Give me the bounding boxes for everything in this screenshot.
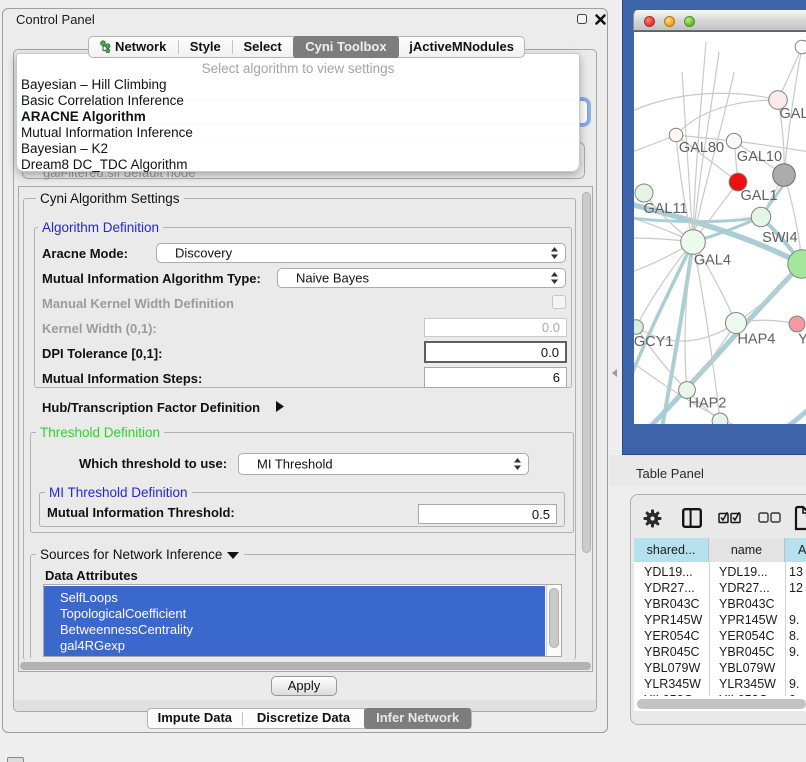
svg-text:GAL4: GAL4 <box>694 253 731 269</box>
svg-text:GAL11: GAL11 <box>643 201 687 217</box>
svg-text:GCY1: GCY1 <box>634 334 673 350</box>
svg-text:HAP2: HAP2 <box>688 396 726 412</box>
svg-text:GAL7: GAL7 <box>780 106 806 122</box>
svg-text:SWI4: SWI4 <box>762 230 797 246</box>
svg-text:GAL10: GAL10 <box>737 149 782 165</box>
svg-text:Y: Y <box>798 332 806 348</box>
svg-text:GAL1: GAL1 <box>740 188 777 204</box>
svg-text:HAP4: HAP4 <box>737 332 775 348</box>
svg-text:GAL80: GAL80 <box>679 140 724 156</box>
